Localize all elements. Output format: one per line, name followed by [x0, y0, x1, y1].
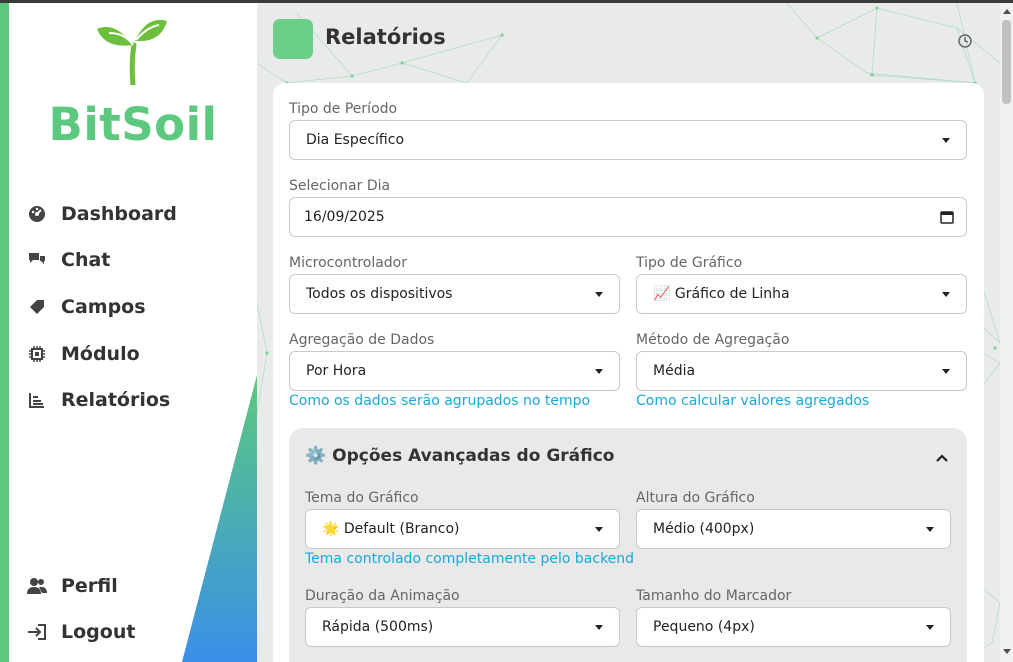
- page-icon-square: [273, 19, 313, 59]
- tag-icon: [27, 297, 47, 317]
- aggregation-method-select[interactable]: Média: [636, 351, 967, 391]
- chart-theme-value: 🌟 Default (Branco): [322, 521, 460, 537]
- caret-down-icon: [926, 527, 934, 532]
- microcontroller-label: Microcontrolador: [289, 255, 407, 271]
- brand-name: BitSoil: [48, 98, 218, 151]
- sidebar-item-logout[interactable]: Logout: [27, 617, 135, 647]
- aggregation-label: Agregação de Dados: [289, 332, 435, 348]
- sidebar-item-label: Campos: [61, 296, 146, 318]
- chart-height-label: Altura do Gráfico: [636, 490, 755, 506]
- caret-down-icon: [595, 369, 603, 374]
- left-accent-bar: [0, 3, 9, 662]
- sidebar-item-dashboard[interactable]: Dashboard: [27, 199, 177, 229]
- advanced-options-header[interactable]: ⚙️ Opções Avançadas do Gráfico: [305, 446, 614, 466]
- select-day-label: Selecionar Dia: [289, 178, 391, 194]
- sidebar-item-campos[interactable]: Campos: [27, 292, 146, 322]
- aggregation-method-label: Método de Agregação: [636, 332, 790, 348]
- caret-down-icon: [942, 369, 950, 374]
- sidebar-item-modulo[interactable]: Módulo: [27, 339, 140, 369]
- gear-icon: ⚙️: [305, 446, 327, 466]
- animation-duration-value: Rápida (500ms): [322, 619, 434, 635]
- marker-size-select[interactable]: Pequeno (4px): [636, 607, 951, 647]
- caret-down-icon: [595, 625, 603, 630]
- microcontroller-value: Todos os dispositivos: [306, 286, 453, 302]
- chart-height-select[interactable]: Médio (400px): [636, 509, 951, 549]
- chart-height-value: Médio (400px): [653, 521, 755, 537]
- sidebar-item-perfil[interactable]: Perfil: [27, 571, 118, 601]
- animation-duration-label: Duração da Animação: [305, 588, 460, 604]
- chart-type-select[interactable]: 📈 Gráfico de Linha: [636, 274, 967, 314]
- period-type-select[interactable]: Dia Específico: [289, 120, 967, 160]
- chart-type-label: Tipo de Gráfico: [636, 255, 743, 271]
- period-type-label: Tipo de Período: [289, 101, 398, 117]
- caret-down-icon: [595, 527, 603, 532]
- calendar-icon[interactable]: [940, 210, 954, 224]
- advanced-options-title: Opções Avançadas do Gráfico: [332, 446, 615, 466]
- scroll-up-arrow-icon[interactable]: [1000, 3, 1013, 19]
- chip-icon: [27, 344, 47, 364]
- users-icon: [27, 576, 47, 596]
- sprout-logo-icon: [97, 19, 167, 85]
- caret-down-icon: [942, 292, 950, 297]
- microcontroller-select[interactable]: Todos os dispositivos: [289, 274, 620, 314]
- period-type-value: Dia Específico: [306, 132, 405, 148]
- marker-size-label: Tamanho do Marcador: [636, 588, 792, 604]
- sidebar-item-label: Perfil: [61, 575, 118, 597]
- bar-chart-icon: [27, 390, 47, 410]
- caret-down-icon: [926, 625, 934, 630]
- aggregation-method-hint: Como calcular valores agregados: [636, 393, 870, 409]
- animation-duration-select[interactable]: Rápida (500ms): [305, 607, 620, 647]
- aggregation-value: Por Hora: [306, 363, 367, 379]
- chart-theme-select[interactable]: 🌟 Default (Branco): [305, 509, 620, 549]
- sidebar-item-label: Relatórios: [61, 389, 171, 411]
- aggregation-select[interactable]: Por Hora: [289, 351, 620, 391]
- caret-down-icon: [595, 292, 603, 297]
- logout-icon: [27, 622, 47, 642]
- sidebar: BitSoil Dashboard Chat Campos Módulo Rel…: [9, 3, 257, 662]
- chat-icon: [27, 250, 47, 270]
- sidebar-item-chat[interactable]: Chat: [27, 245, 110, 275]
- chart-theme-label: Tema do Gráfico: [305, 490, 419, 506]
- sidebar-item-label: Chat: [61, 249, 111, 271]
- gauge-icon: [27, 204, 47, 224]
- aggregation-method-value: Média: [653, 363, 696, 379]
- sidebar-item-label: Módulo: [61, 343, 140, 365]
- chevron-up-icon[interactable]: [934, 451, 950, 465]
- select-day-input[interactable]: 16/09/2025: [289, 197, 967, 237]
- page-title: Relatórios: [325, 25, 446, 49]
- scroll-down-arrow-icon[interactable]: [1000, 644, 1013, 660]
- caret-down-icon: [942, 138, 950, 143]
- sidebar-item-relatorios[interactable]: Relatórios: [27, 385, 170, 415]
- marker-size-value: Pequeno (4px): [653, 619, 755, 635]
- scrollbar-thumb[interactable]: [1002, 20, 1011, 104]
- sidebar-item-label: Dashboard: [61, 203, 177, 225]
- clock-icon[interactable]: [957, 33, 973, 49]
- chart-type-value: 📈 Gráfico de Linha: [653, 286, 790, 302]
- chart-theme-hint: Tema controlado completamente pelo backe…: [305, 551, 635, 567]
- sidebar-item-label: Logout: [61, 621, 136, 643]
- select-day-value: 16/09/2025: [304, 209, 385, 225]
- aggregation-hint: Como os dados serão agrupados no tempo: [289, 393, 591, 409]
